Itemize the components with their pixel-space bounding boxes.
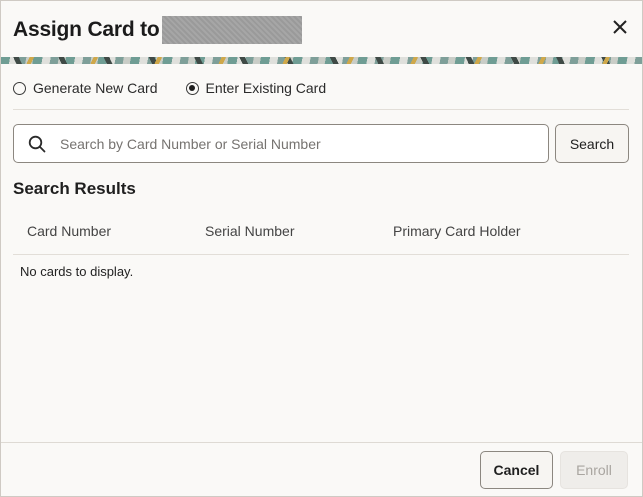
column-header-card-number[interactable]: Card Number bbox=[27, 223, 111, 239]
radio-generate-new-card[interactable]: Generate New Card bbox=[13, 80, 158, 96]
search-button[interactable]: Search bbox=[555, 124, 629, 163]
dialog-header: Assign Card to bbox=[1, 1, 642, 57]
column-header-serial-number[interactable]: Serial Number bbox=[205, 223, 294, 239]
table-header-divider bbox=[13, 254, 629, 255]
dialog-title: Assign Card to bbox=[13, 18, 160, 41]
search-results-heading: Search Results bbox=[13, 179, 136, 198]
radio-enter-existing-card[interactable]: Enter Existing Card bbox=[185, 80, 327, 96]
radio-checked-icon[interactable] bbox=[185, 81, 199, 95]
radio-label-generate: Generate New Card bbox=[33, 80, 158, 96]
radio-unchecked-icon[interactable] bbox=[13, 81, 26, 95]
search-icon bbox=[28, 135, 46, 153]
divider bbox=[13, 109, 629, 110]
decorative-banner bbox=[1, 57, 642, 64]
footer-divider bbox=[1, 442, 642, 443]
assign-card-dialog: Assign Card to Generate New Card Enter E… bbox=[0, 0, 643, 497]
dialog-title-wrap: Assign Card to bbox=[13, 16, 302, 44]
cancel-button[interactable]: Cancel bbox=[480, 451, 553, 489]
column-header-primary-card-holder[interactable]: Primary Card Holder bbox=[393, 223, 521, 239]
search-field[interactable] bbox=[13, 124, 549, 163]
empty-results-message: No cards to display. bbox=[20, 264, 134, 279]
card-mode-radio-group: Generate New Card Enter Existing Card bbox=[13, 78, 326, 98]
search-input[interactable] bbox=[60, 128, 530, 159]
enroll-button: Enroll bbox=[560, 451, 628, 489]
redacted-name bbox=[161, 16, 302, 44]
close-icon[interactable] bbox=[610, 15, 630, 39]
radio-label-existing: Enter Existing Card bbox=[205, 80, 327, 96]
